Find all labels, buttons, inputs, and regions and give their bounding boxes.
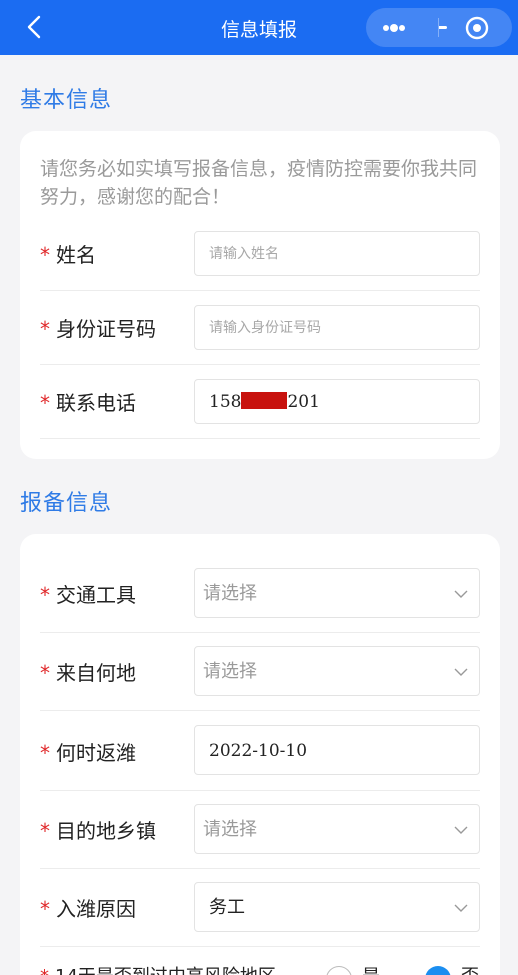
form-row-id-number: * 身份证号码 请输入身份证号码 — [40, 291, 480, 365]
basic-info-card: 请您务必如实填写报备信息，疫情防控需要你我共同努力，感谢您的配合！ * 姓名 请输… — [20, 131, 500, 459]
mini-program-capsule — [366, 8, 512, 47]
origin-select[interactable]: 请选择 — [194, 646, 480, 696]
more-dots-icon — [383, 24, 405, 32]
required-star: * — [40, 819, 50, 843]
target-close-icon[interactable] — [439, 8, 512, 47]
field-label: * 入潍原因 — [40, 897, 136, 921]
phone-value: 158 201 — [209, 392, 320, 412]
field-label: * 来自何地 — [40, 661, 136, 685]
risk-area-question: *14天是否到过中高风险地区 — [40, 962, 276, 975]
required-star: * — [40, 661, 50, 685]
field-label: * 交通工具 — [40, 583, 136, 607]
reason-select[interactable]: 务工 — [194, 882, 480, 932]
name-input[interactable]: 请输入姓名 — [194, 231, 480, 276]
field-label: * 身份证号码 — [40, 317, 156, 341]
notice-text: 请您务必如实填写报备信息，疫情防控需要你我共同努力，感谢您的配合！ — [40, 158, 478, 208]
return-date-value: 2022-10-10 — [209, 741, 308, 761]
destination-placeholder: 请选择 — [203, 819, 257, 840]
required-star: * — [40, 897, 50, 921]
required-star: * — [40, 317, 50, 341]
transport-select[interactable]: 请选择 — [194, 568, 480, 618]
field-label: * 联系电话 — [40, 391, 136, 415]
form-row-destination: * 目的地乡镇 请选择 — [40, 791, 480, 869]
radio-no-label: 否 — [461, 962, 479, 975]
required-star: * — [40, 391, 50, 415]
id-number-input[interactable]: 请输入身份证号码 — [194, 305, 480, 350]
redaction-block — [241, 392, 288, 409]
radio-yes-label: 是 — [362, 962, 380, 975]
destination-select[interactable]: 请选择 — [194, 804, 480, 854]
form-row-name: * 姓名 请输入姓名 — [40, 223, 480, 291]
form-row-origin: * 来自何地 请选择 — [40, 633, 480, 711]
report-info-card: * 交通工具 请选择 * 来自何地 请选择 * 何时返潍 2022-10-10 * 目的… — [20, 534, 500, 975]
name-placeholder: 请输入姓名 — [209, 246, 279, 262]
field-label: * 姓名 — [40, 243, 96, 267]
field-label: * 何时返潍 — [40, 741, 136, 765]
section-title-report: 报备信息 — [20, 491, 113, 516]
chevron-down-icon — [454, 590, 468, 598]
form-row-transport: * 交通工具 请选择 — [40, 554, 480, 633]
origin-placeholder: 请选择 — [203, 661, 257, 682]
transport-placeholder: 请选择 — [203, 583, 257, 604]
reason-value: 务工 — [209, 897, 245, 918]
navigation-bar: 信息填报 — [0, 0, 518, 55]
chevron-down-icon — [454, 904, 468, 912]
form-row-phone: * 联系电话 158 201 — [40, 365, 480, 439]
chevron-down-icon — [454, 668, 468, 676]
field-label: * 目的地乡镇 — [40, 819, 156, 843]
form-row-return-date: * 何时返潍 2022-10-10 — [40, 711, 480, 791]
required-star: * — [40, 741, 50, 765]
form-row-reason: * 入潍原因 务工 — [40, 869, 480, 947]
id-number-placeholder: 请输入身份证号码 — [209, 320, 321, 336]
chevron-down-icon — [454, 826, 468, 834]
capsule-right-buttons — [439, 8, 511, 47]
required-star: * — [40, 583, 50, 607]
section-title-basic: 基本信息 — [20, 88, 113, 113]
return-date-picker[interactable]: 2022-10-10 — [194, 725, 480, 775]
phone-input[interactable]: 158 201 — [194, 379, 480, 424]
required-star: * — [40, 243, 50, 267]
more-menu-button[interactable] — [366, 8, 438, 47]
